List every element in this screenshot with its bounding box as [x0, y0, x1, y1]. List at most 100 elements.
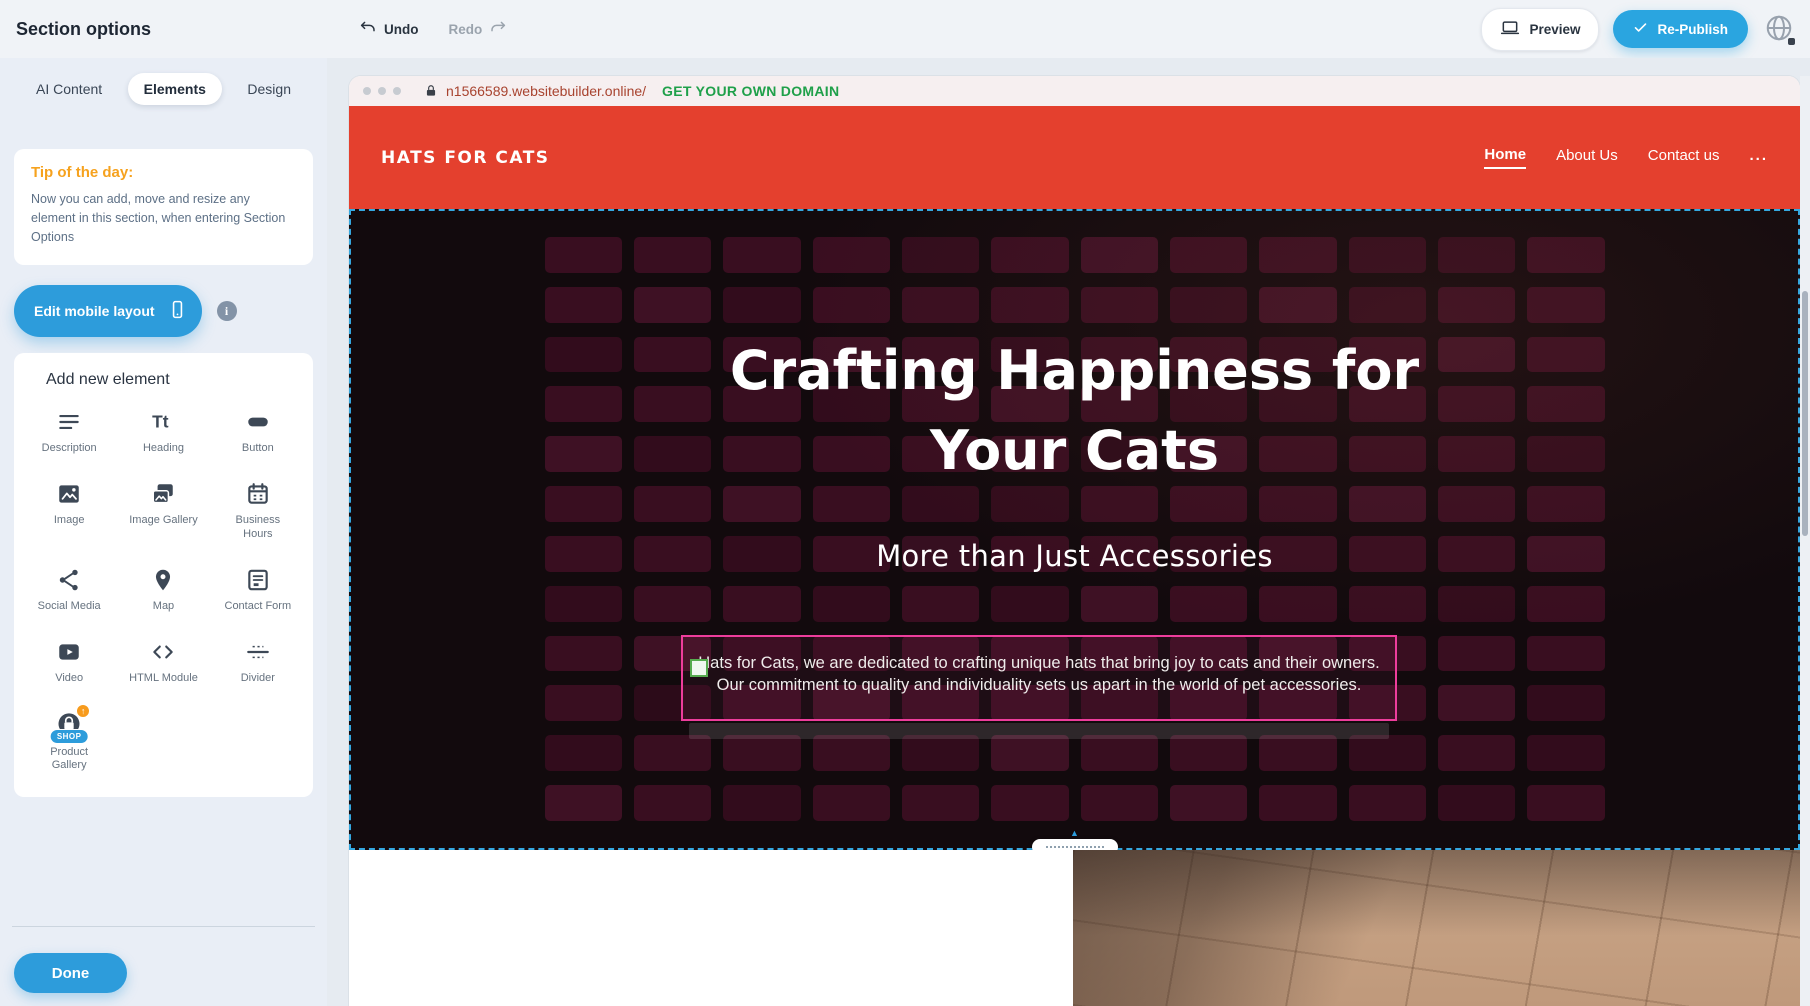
edit-mobile-layout-button[interactable]: Edit mobile layout: [14, 285, 202, 337]
heading-icon: Tt: [150, 409, 176, 435]
element-label: Heading: [143, 442, 184, 455]
phone-icon: [167, 299, 188, 323]
tab-ai-content[interactable]: AI Content: [20, 73, 118, 105]
check-icon: [1633, 20, 1648, 38]
element-label: Map: [153, 600, 174, 613]
preview-button[interactable]: Preview: [1481, 8, 1599, 51]
element-social-media[interactable]: Social Media: [27, 567, 111, 613]
element-resize-handle[interactable]: [690, 659, 708, 677]
shop-badge: SHOP: [50, 729, 89, 744]
app-root: Section options Undo Redo Preview: [0, 0, 1810, 1006]
sidebar-tabs: AI Content Elements Design: [20, 73, 307, 105]
video-icon: [56, 639, 82, 665]
add-element-title: Add new element: [46, 371, 305, 389]
nav-item-home[interactable]: Home: [1484, 146, 1526, 169]
scrollbar-thumb[interactable]: [1802, 291, 1808, 536]
nav-item-more[interactable]: ...: [1749, 147, 1768, 168]
undo-icon: [359, 19, 377, 40]
element-label: Product Gallery: [32, 746, 106, 772]
language-globe-button[interactable]: [1764, 13, 1794, 46]
divider-icon: [245, 639, 271, 665]
edit-mobile-label: Edit mobile layout: [34, 303, 155, 319]
selected-description-element[interactable]: Hats for Cats, we are dedicated to craft…: [681, 635, 1397, 721]
button-icon: [245, 409, 271, 435]
topbar: Section options Undo Redo Preview: [0, 0, 1810, 58]
element-button[interactable]: Button: [216, 409, 300, 455]
resize-pill: [1032, 839, 1118, 850]
hero-heading[interactable]: Crafting Happiness for Your Cats: [349, 331, 1800, 491]
republish-label: Re-Publish: [1657, 22, 1728, 37]
site-nav: Home About Us Contact us ...: [1484, 146, 1768, 169]
element-grid: Description Tt Heading Button Image: [22, 409, 305, 772]
done-button[interactable]: Done: [14, 953, 127, 993]
element-ghost-bar: [689, 723, 1389, 739]
contact-form-icon: [245, 567, 271, 593]
add-element-panel: Add new element Description Tt Heading B…: [14, 353, 313, 796]
pavement-photo[interactable]: [1073, 850, 1800, 1006]
element-map[interactable]: Map: [121, 567, 205, 613]
element-description[interactable]: Description: [27, 409, 111, 455]
tab-elements[interactable]: Elements: [128, 73, 222, 105]
element-heading[interactable]: Tt Heading: [121, 409, 205, 455]
republish-button[interactable]: Re-Publish: [1613, 10, 1748, 48]
hero-subheading[interactable]: More than Just Accessories: [349, 539, 1800, 573]
tip-body: Now you can add, move and resize any ele…: [31, 190, 296, 246]
section-resize-widget[interactable]: ▲ ▼: [1032, 829, 1118, 850]
preview-label: Preview: [1529, 22, 1580, 37]
element-business-hours[interactable]: Business Hours: [216, 481, 300, 540]
lock-icon: [424, 84, 438, 98]
browser-chrome-bar: n1566589.websitebuilder.online/ GET YOUR…: [349, 76, 1800, 106]
html-module-icon: [150, 639, 176, 665]
description-icon: [56, 409, 82, 435]
element-label: HTML Module: [129, 672, 198, 685]
element-label: Image: [54, 514, 85, 527]
undo-button[interactable]: Undo: [359, 19, 419, 40]
site-logo[interactable]: HATS FOR CATS: [381, 148, 550, 168]
redo-button[interactable]: Redo: [449, 19, 508, 40]
social-media-icon: [56, 567, 82, 593]
hero-description-text: Hats for Cats, we are dedicated to craft…: [693, 652, 1385, 696]
site-page: HATS FOR CATS Home About Us Contact us .…: [349, 106, 1800, 1006]
info-icon[interactable]: i: [217, 301, 237, 321]
footer-divider: [12, 926, 315, 927]
upgrade-arrow-icon: ↑: [76, 704, 90, 718]
image-gallery-icon: [150, 481, 176, 507]
element-label: Divider: [241, 672, 275, 685]
element-divider[interactable]: Divider: [216, 639, 300, 685]
browser-dot: [393, 87, 401, 95]
business-hours-icon: [245, 481, 271, 507]
element-contact-form[interactable]: Contact Form: [216, 567, 300, 613]
page-scrollbar: [1800, 76, 1810, 1006]
element-image[interactable]: Image: [27, 481, 111, 540]
svg-text:Tt: Tt: [153, 412, 170, 432]
nav-item-contact-us[interactable]: Contact us: [1648, 147, 1720, 168]
tip-title: Tip of the day:: [31, 164, 296, 181]
page-title: Section options: [16, 19, 327, 40]
browser-dot: [363, 87, 371, 95]
browser-dot: [378, 87, 386, 95]
element-html-module[interactable]: HTML Module: [121, 639, 205, 685]
nav-item-about-us[interactable]: About Us: [1556, 147, 1618, 168]
element-product-gallery[interactable]: ↑ SHOP Product Gallery: [27, 711, 111, 772]
tab-design[interactable]: Design: [231, 73, 307, 105]
address-bar-url[interactable]: n1566589.websitebuilder.online/: [446, 83, 646, 99]
element-label: Button: [242, 442, 274, 455]
topbar-actions: Preview Re-Publish: [1481, 8, 1794, 51]
element-image-gallery[interactable]: Image Gallery: [121, 481, 205, 540]
map-icon: [150, 567, 176, 593]
image-icon: [56, 481, 82, 507]
element-label: Image Gallery: [129, 514, 197, 527]
element-video[interactable]: Video: [27, 639, 111, 685]
globe-icon: [1764, 13, 1794, 46]
monitor-icon: [1500, 18, 1520, 41]
site-header[interactable]: HATS FOR CATS Home About Us Contact us .…: [349, 106, 1800, 209]
undo-label: Undo: [384, 22, 419, 37]
get-domain-link[interactable]: GET YOUR OWN DOMAIN: [662, 83, 839, 99]
section-options-sidebar: AI Content Elements Design Tip of the da…: [0, 58, 327, 1006]
history-controls: Undo Redo: [359, 19, 507, 40]
mobile-layout-row: Edit mobile layout i: [14, 285, 313, 337]
element-label: Social Media: [38, 600, 101, 613]
body-row: AI Content Elements Design Tip of the da…: [0, 58, 1810, 1006]
hero-section[interactable]: Crafting Happiness for Your Cats More th…: [349, 209, 1800, 850]
element-label: Description: [42, 442, 97, 455]
